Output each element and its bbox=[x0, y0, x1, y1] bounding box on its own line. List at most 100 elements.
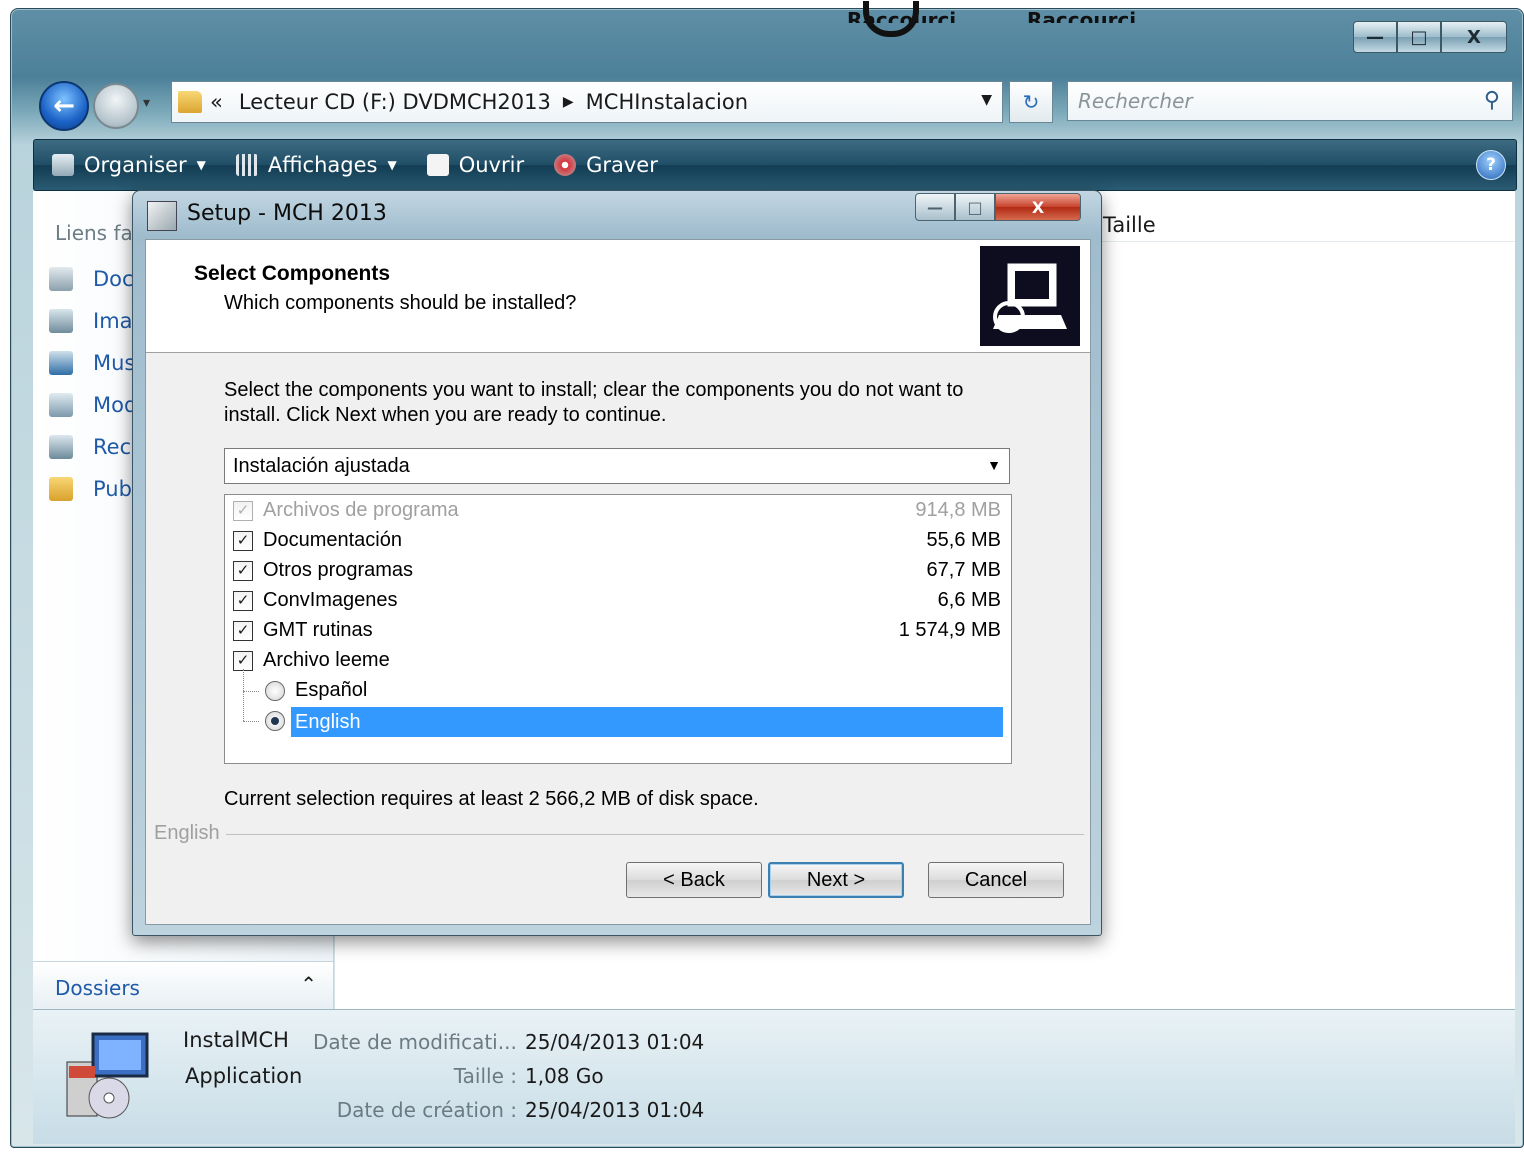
search-folder-icon bbox=[49, 435, 73, 459]
folders-toggle-bar[interactable]: Dossiers ⌃ bbox=[33, 961, 333, 1010]
favorite-links-title: Liens fa bbox=[55, 221, 133, 245]
views-menu[interactable]: Affichages ▼ bbox=[235, 153, 397, 177]
command-toolbar: Organiser ▼ Affichages ▼ Ouvrir Graver ? bbox=[33, 139, 1517, 191]
nav-link-label: Ima bbox=[93, 309, 133, 333]
nav-link-label: Mod bbox=[93, 393, 138, 417]
next-button[interactable]: Next > bbox=[768, 862, 904, 898]
modified-label: Date de modificati... bbox=[313, 1030, 517, 1054]
file-type: Application bbox=[185, 1064, 303, 1088]
cancel-button[interactable]: Cancel bbox=[928, 862, 1064, 898]
back-button[interactable]: ← bbox=[39, 81, 89, 131]
language-row-selected[interactable]: English bbox=[231, 691, 1007, 737]
setup-close-button[interactable]: X bbox=[995, 193, 1081, 221]
radio-button-selected[interactable] bbox=[265, 711, 285, 731]
back-button[interactable]: < Back bbox=[626, 862, 762, 898]
checkbox[interactable]: ✓ bbox=[233, 591, 253, 611]
component-row[interactable]: ✓ Otros programas 67,7 MB bbox=[231, 557, 1007, 587]
component-size: 55,6 MB bbox=[926, 529, 1001, 551]
checkbox[interactable]: ✓ bbox=[233, 561, 253, 581]
group-label: English bbox=[154, 822, 226, 845]
nav-link-documents[interactable]: Doc bbox=[49, 267, 134, 291]
nav-link-label: Pub bbox=[93, 477, 132, 501]
forward-button[interactable] bbox=[93, 83, 139, 129]
nav-link-modified[interactable]: Mod bbox=[49, 393, 137, 417]
breadcrumb-separator-icon[interactable]: ▶ bbox=[563, 94, 574, 110]
search-icon[interactable]: ⚲ bbox=[1484, 88, 1500, 113]
component-row[interactable]: ✓ Archivo leeme bbox=[231, 647, 1007, 677]
organize-label: Organiser bbox=[84, 153, 187, 177]
chevron-up-icon[interactable]: ⌃ bbox=[300, 972, 317, 996]
column-header-size[interactable]: Taille bbox=[1103, 213, 1156, 237]
desktop-icon-fragment bbox=[863, 1, 919, 37]
created-value: 25/04/2013 01:04 bbox=[525, 1098, 705, 1122]
nav-link-public[interactable]: Pub bbox=[49, 477, 132, 501]
help-icon[interactable]: ? bbox=[1476, 150, 1506, 180]
refresh-button[interactable]: ↻ bbox=[1009, 81, 1053, 123]
language-row[interactable]: Español bbox=[231, 669, 1007, 707]
setup-body: Select Components Which components shoul… bbox=[145, 239, 1091, 925]
details-pane: InstalMCH Application Date de modificati… bbox=[33, 1009, 1515, 1144]
views-label: Affichages bbox=[267, 153, 378, 177]
component-row: ✓ Archivos de programa 914,8 MB bbox=[231, 497, 1007, 527]
nav-link-searches[interactable]: Rech bbox=[49, 435, 144, 459]
component-name: GMT rutinas bbox=[263, 619, 373, 641]
install-type-select[interactable]: Instalación ajustada ▼ bbox=[224, 448, 1010, 484]
burn-button[interactable]: Graver bbox=[554, 153, 658, 177]
setup-header-panel: Select Components Which components shoul… bbox=[146, 240, 1090, 353]
component-size: 6,6 MB bbox=[937, 589, 1001, 611]
burn-label: Graver bbox=[586, 153, 658, 177]
setup-maximize-button[interactable]: □ bbox=[955, 193, 995, 221]
nav-link-music[interactable]: Mus bbox=[49, 351, 135, 375]
views-icon bbox=[235, 154, 258, 176]
open-label: Ouvrir bbox=[458, 153, 525, 177]
tree-connector bbox=[243, 691, 245, 721]
chevron-down-icon[interactable]: ▼ bbox=[987, 457, 1001, 473]
component-name: Archivo leeme bbox=[263, 649, 390, 671]
desktop-shortcut-label: Raccourci bbox=[1027, 8, 1137, 23]
group-divider bbox=[154, 834, 1084, 835]
breadcrumb-drive[interactable]: Lecteur CD (F:) DVDMCH2013 bbox=[239, 90, 551, 114]
size-label: Taille : bbox=[453, 1064, 517, 1088]
checkbox[interactable]: ✓ bbox=[233, 651, 253, 671]
setup-computer-logo-icon bbox=[980, 246, 1080, 346]
component-row[interactable]: ✓ GMT rutinas 1 574,9 MB bbox=[231, 617, 1007, 647]
document-icon bbox=[426, 154, 449, 176]
open-button[interactable]: Ouvrir bbox=[426, 153, 525, 177]
images-icon bbox=[49, 309, 73, 333]
created-label: Date de création : bbox=[336, 1098, 517, 1122]
folders-label: Dossiers bbox=[55, 976, 140, 1000]
organize-icon bbox=[52, 154, 74, 176]
install-type-value: Instalación ajustada bbox=[233, 454, 410, 477]
minimize-button[interactable]: — bbox=[1353, 21, 1397, 53]
component-name: Documentación bbox=[263, 529, 402, 551]
component-size: 1 574,9 MB bbox=[898, 619, 1001, 641]
nav-link-images[interactable]: Ima bbox=[49, 309, 133, 333]
recent-pages-dropdown[interactable]: ▾ bbox=[143, 95, 150, 111]
maximize-button[interactable]: □ bbox=[1397, 21, 1441, 53]
component-row[interactable]: ✓ Documentación 55,6 MB bbox=[231, 527, 1007, 557]
search-placeholder: Rechercher bbox=[1078, 89, 1193, 113]
checkbox-disabled: ✓ bbox=[233, 501, 253, 521]
tree-connector bbox=[243, 691, 259, 692]
page-subheading: Which components should be installed? bbox=[224, 292, 577, 314]
search-input[interactable]: Rechercher ⚲ bbox=[1067, 81, 1513, 121]
radio-button[interactable] bbox=[265, 681, 285, 701]
disc-burn-icon bbox=[554, 154, 577, 176]
checkbox[interactable]: ✓ bbox=[233, 621, 253, 641]
breadcrumb-folder[interactable]: MCHInstalacion bbox=[586, 90, 748, 114]
chevron-down-icon: ▼ bbox=[387, 158, 397, 172]
page-heading: Select Components bbox=[194, 262, 391, 285]
address-bar[interactable]: « Lecteur CD (F:) DVDMCH2013 ▶ MCHInstal… bbox=[171, 81, 1003, 123]
size-value: 1,08 Go bbox=[525, 1064, 604, 1088]
organize-menu[interactable]: Organiser ▼ bbox=[52, 153, 206, 177]
nav-link-label: Mus bbox=[93, 351, 136, 375]
component-row[interactable]: ✓ ConvImagenes 6,6 MB bbox=[231, 587, 1007, 617]
components-list: ✓ Archivos de programa 914,8 MB ✓ Docume… bbox=[224, 494, 1012, 764]
chevron-down-icon[interactable]: ▼ bbox=[981, 92, 992, 108]
close-button[interactable]: X bbox=[1441, 21, 1507, 53]
address-overflow[interactable]: « bbox=[210, 90, 223, 114]
checkbox[interactable]: ✓ bbox=[233, 531, 253, 551]
component-name: ConvImagenes bbox=[263, 589, 398, 611]
setup-minimize-button[interactable]: — bbox=[915, 193, 955, 221]
setup-dialog: Setup - MCH 2013 — □ X Select Components… bbox=[132, 190, 1102, 936]
